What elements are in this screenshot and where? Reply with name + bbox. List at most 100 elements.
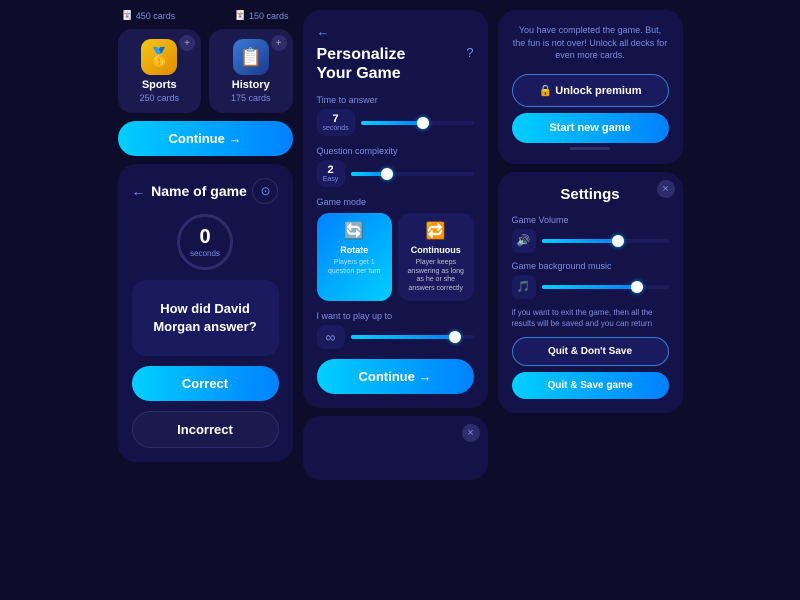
volume-slider-fill — [542, 239, 618, 243]
completion-divider — [570, 147, 610, 150]
infinity-slider-thumb[interactable] — [449, 331, 461, 343]
rotate-mode-desc: Players get 1 question per turn — [323, 259, 387, 276]
continuous-mode-name: Continuous — [411, 245, 461, 255]
column-2: ← PersonalizeYour Game ? Time to answer … — [303, 10, 488, 480]
game-mode-label: Game mode — [317, 197, 474, 207]
sports-count-text: 450 cards — [136, 11, 176, 21]
continuous-mode-card[interactable]: 🔁 Continuous Player keeps answering as l… — [398, 213, 474, 301]
game-name-title: Name of game — [151, 183, 247, 199]
column-3: You have completed the game. But, the fu… — [498, 10, 683, 413]
complexity-label: Question complexity — [317, 146, 474, 156]
time-slider-row: 7 seconds — [317, 109, 474, 136]
column-1: 🃏 450 cards 🃏 150 cards + 🥇 Sports 250 c… — [118, 10, 293, 462]
time-unit-label: seconds — [323, 125, 349, 132]
help-button[interactable]: ? — [466, 45, 473, 60]
history-count-text: 150 cards — [249, 11, 289, 21]
game-panel-header: ← Name of game ⊙ — [132, 178, 279, 204]
music-label: Game background music — [512, 261, 669, 271]
infinity-slider-track[interactable] — [351, 335, 474, 339]
history-plus-button[interactable]: + — [271, 35, 287, 51]
deck-cards-row: + 🥇 Sports 250 cards + 📋 History 175 car… — [118, 29, 293, 113]
correct-button[interactable]: Correct — [132, 366, 279, 401]
timer-value: 0 — [199, 226, 210, 249]
rotate-mode-icon: 🔄 — [344, 221, 364, 241]
personalize-back-arrow[interactable]: ← — [317, 24, 474, 39]
play-up-to-label: I want to play up to — [317, 311, 474, 321]
sports-deck-icon: 🥇 — [141, 39, 177, 75]
volume-section: Game Volume 🔊 — [512, 215, 669, 253]
history-deck-name: History — [232, 79, 270, 91]
personalize-panel: ← PersonalizeYour Game ? Time to answer … — [303, 10, 488, 408]
quit-dont-save-button[interactable]: Quit & Don't Save — [512, 337, 669, 366]
infinity-slider-row: ∞ — [317, 325, 474, 349]
card-icon2: 🃏 — [235, 10, 246, 21]
music-icon: 🎵 — [512, 275, 536, 299]
volume-slider-thumb[interactable] — [612, 235, 624, 247]
complexity-value-box: 2 Easy — [317, 160, 345, 187]
sports-count-badge: 🃏 450 cards — [122, 10, 176, 21]
history-count-badge: 🃏 150 cards — [235, 10, 289, 21]
history-deck-icon: 📋 — [233, 39, 269, 75]
volume-slider-row: 🔊 — [512, 229, 669, 253]
unlock-premium-button[interactable]: 🔒 Unlock premium — [512, 74, 669, 107]
question-text: How did David Morgan answer? — [146, 300, 265, 336]
complexity-value: 2 — [323, 164, 339, 176]
settings-title: Settings — [512, 186, 669, 203]
rotate-mode-card[interactable]: 🔄 Rotate Players get 1 question per turn — [317, 213, 393, 301]
game-back-arrow[interactable]: ← — [132, 183, 146, 199]
volume-icon: 🔊 — [512, 229, 536, 253]
sports-deck-count: 250 cards — [139, 93, 179, 103]
question-box: How did David Morgan answer? — [132, 280, 279, 356]
completion-panel: You have completed the game. But, the fu… — [498, 10, 683, 164]
continue-button[interactable]: Continue → — [118, 121, 293, 156]
game-modes-row: 🔄 Rotate Players get 1 question per turn… — [317, 213, 474, 301]
small-panel-content — [315, 428, 476, 468]
history-deck-card[interactable]: + 📋 History 175 cards — [209, 29, 293, 113]
time-value-box: 7 seconds — [317, 109, 355, 136]
quit-save-button[interactable]: Quit & Save game — [512, 372, 669, 399]
music-slider-track[interactable] — [542, 285, 669, 289]
continuous-mode-icon: 🔁 — [426, 221, 446, 241]
music-slider-fill — [542, 285, 637, 289]
music-section: Game background music 🎵 — [512, 261, 669, 299]
music-slider-row: 🎵 — [512, 275, 669, 299]
small-panel-close-button[interactable]: × — [462, 424, 480, 442]
volume-slider-track[interactable] — [542, 239, 669, 243]
time-slider-thumb[interactable] — [417, 117, 429, 129]
sports-deck-name: Sports — [142, 79, 177, 91]
settings-panel: × Settings Game Volume 🔊 Game background… — [498, 172, 683, 413]
game-panel: ← Name of game ⊙ 0 seconds How did David… — [118, 164, 293, 462]
volume-label: Game Volume — [512, 215, 669, 225]
complexity-slider-thumb[interactable] — [381, 168, 393, 180]
rotate-mode-name: Rotate — [340, 245, 368, 255]
sports-plus-button[interactable]: + — [179, 35, 195, 51]
time-slider-section: Time to answer 7 seconds — [317, 95, 474, 136]
game-settings-button[interactable]: ⊙ — [252, 178, 278, 204]
personalize-continue-button[interactable]: Continue → — [317, 359, 474, 394]
completion-text: You have completed the game. But, the fu… — [512, 24, 669, 62]
timer-unit: seconds — [190, 249, 220, 258]
music-slider-thumb[interactable] — [631, 281, 643, 293]
time-slider-fill — [361, 121, 423, 125]
history-deck-count: 175 cards — [231, 93, 271, 103]
exit-note-text: if you want to exit the game, then all t… — [512, 307, 669, 329]
timer-circle: 0 seconds — [177, 214, 233, 270]
settings-close-button[interactable]: × — [657, 180, 675, 198]
complexity-slider-section: Question complexity 2 Easy — [317, 146, 474, 187]
card-count-row: 🃏 450 cards 🃏 150 cards — [118, 10, 293, 21]
infinity-slider-fill — [351, 335, 456, 339]
time-slider-track[interactable] — [361, 121, 474, 125]
small-bottom-panel: × — [303, 416, 488, 480]
incorrect-button[interactable]: Incorrect — [132, 411, 279, 448]
panel-title-row: PersonalizeYour Game ? — [317, 45, 474, 83]
complexity-slider-row: 2 Easy — [317, 160, 474, 187]
continuous-mode-desc: Player keeps answering as long as he or … — [404, 259, 468, 293]
time-label: Time to answer — [317, 95, 474, 105]
time-value: 7 — [323, 113, 349, 125]
personalize-title: PersonalizeYour Game — [317, 45, 406, 83]
complexity-unit-label: Easy — [323, 176, 339, 183]
infinity-box: ∞ — [317, 325, 345, 349]
sports-deck-card[interactable]: + 🥇 Sports 250 cards — [118, 29, 202, 113]
start-new-game-button[interactable]: Start new game — [512, 113, 669, 143]
complexity-slider-track[interactable] — [351, 172, 474, 176]
